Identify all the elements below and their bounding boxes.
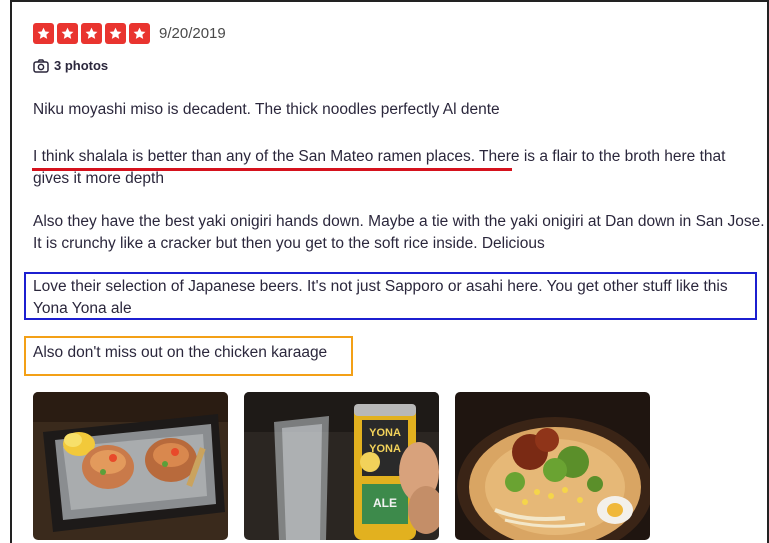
star-icon [105, 23, 126, 44]
star-icon [129, 23, 150, 44]
star-icon [33, 23, 54, 44]
review-photo[interactable]: YONA YONA ALE [244, 392, 439, 540]
review-photo[interactable] [455, 392, 650, 540]
review-paragraph: Also they have the best yaki onigiri han… [33, 213, 765, 252]
star-icon [81, 23, 102, 44]
camera-icon [33, 58, 49, 73]
review-card: 9/20/2019 3 photos Niku moyashi miso is … [10, 0, 769, 543]
star-icon [57, 23, 78, 44]
review-paragraph: Niku moyashi miso is decadent. The thick… [33, 101, 500, 118]
red-underline-annotation [32, 168, 512, 171]
photos-link[interactable]: 3 photos [33, 58, 108, 73]
review-date: 9/20/2019 [159, 25, 226, 42]
review-header: 9/20/2019 [33, 23, 226, 44]
svg-text:YONA: YONA [369, 443, 401, 455]
review-photo[interactable] [33, 392, 228, 540]
review-paragraph: Also don't miss out on the chicken karaa… [33, 344, 328, 361]
svg-text:ALE: ALE [373, 496, 397, 510]
photos-count-label: 3 photos [54, 58, 109, 73]
review-paragraph: Love their selection of Japanese beers. … [33, 278, 728, 317]
star-rating [33, 23, 150, 44]
svg-text:YONA: YONA [369, 427, 401, 439]
